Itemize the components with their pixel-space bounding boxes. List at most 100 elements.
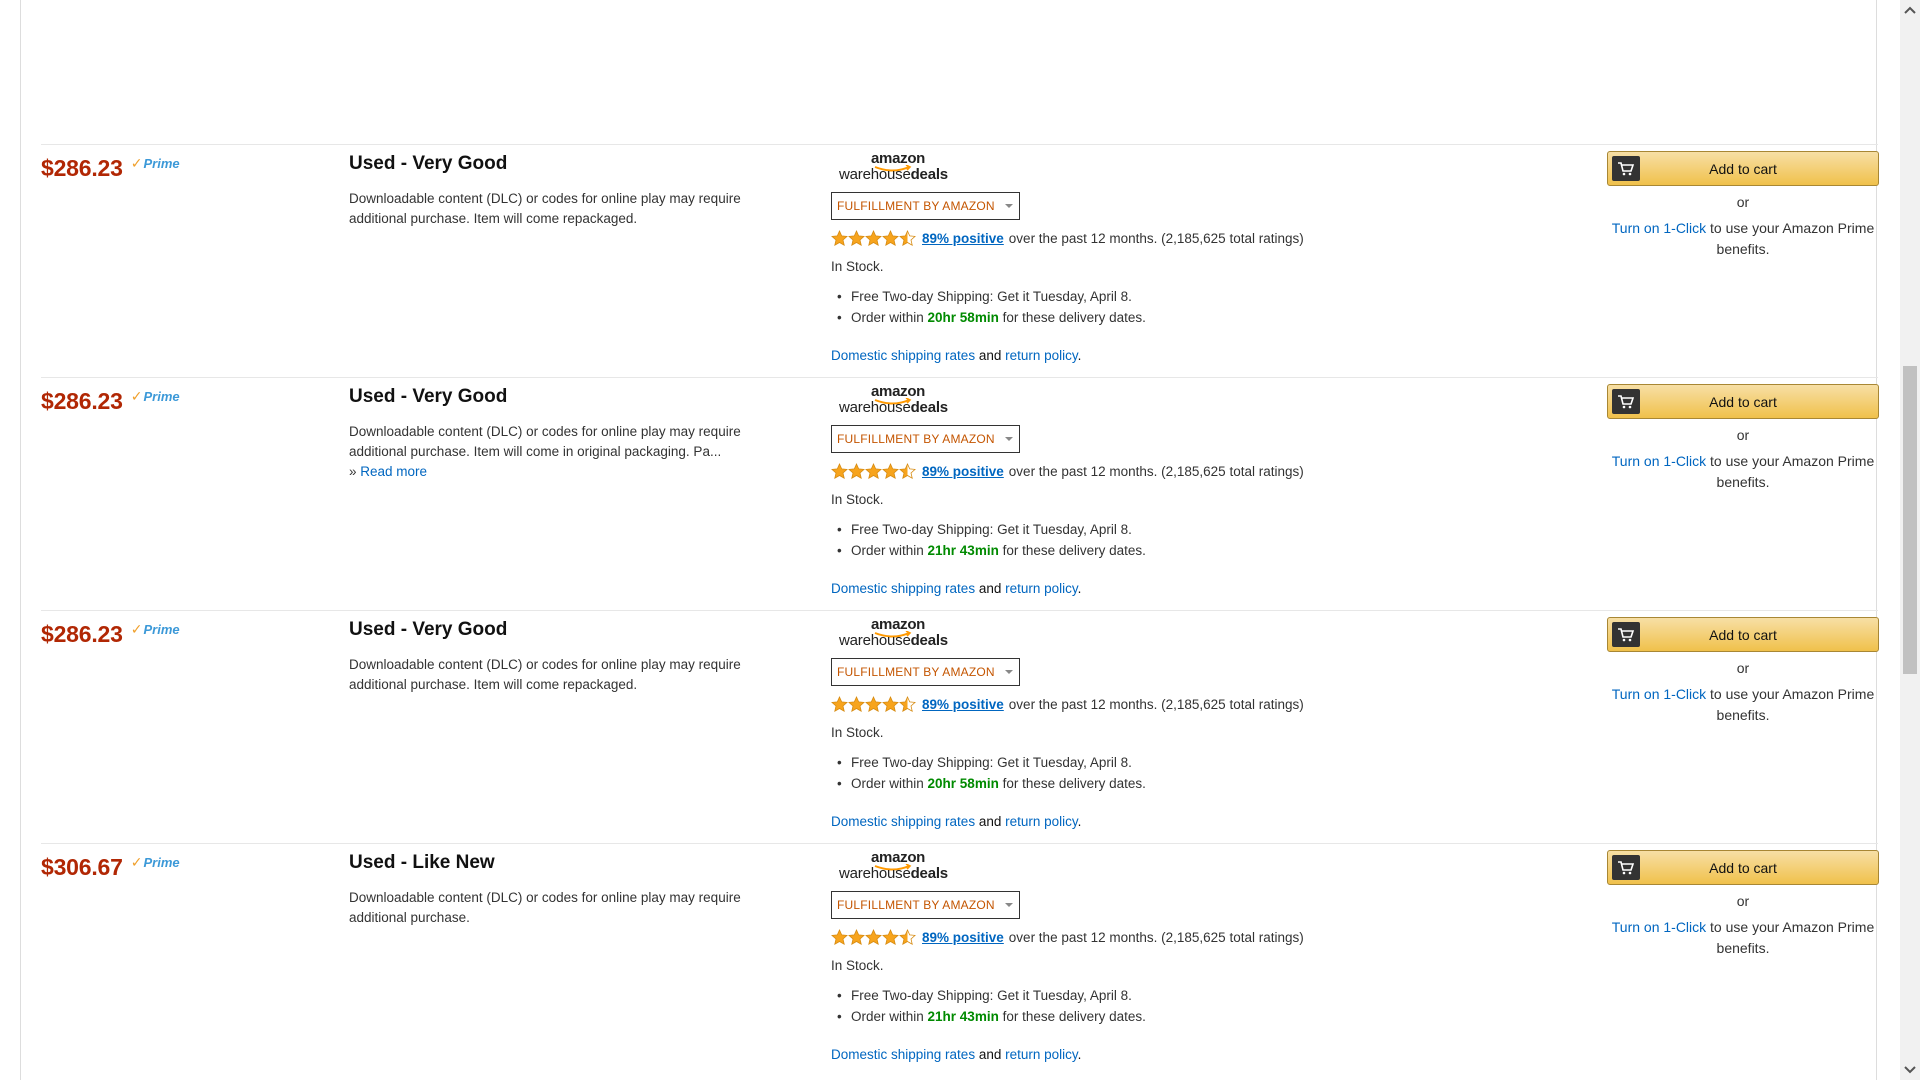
seller-column: amazon warehousedeals FULFILLMENT BY AMA… (831, 849, 1451, 1062)
rating-detail: over the past 12 months. (2,185,625 tota… (1008, 696, 1304, 712)
return-policy-link[interactable]: return policy (1005, 348, 1078, 363)
amazon-warehouse-deals-logo[interactable]: amazon warehousedeals (839, 150, 979, 190)
fulfillment-by-amazon-dropdown[interactable]: FULFILLMENT BY AMAZON (831, 658, 1020, 686)
domestic-shipping-link[interactable]: Domestic shipping rates (831, 814, 975, 829)
logo-warehousedeals-text: warehousedeals (839, 166, 948, 183)
or-text: or (1736, 893, 1750, 909)
order-suffix: for these delivery dates. (998, 543, 1146, 558)
star-icon (848, 696, 865, 712)
turn-on-one-click-link[interactable]: Turn on 1-Click (1612, 220, 1706, 236)
vertical-scrollbar[interactable] (1900, 0, 1920, 1080)
description-line: Downloadable content (DLC) or codes for … (349, 191, 741, 206)
star-icon (899, 696, 916, 712)
logo-warehousedeals-text: warehousedeals (839, 632, 948, 649)
positive-rating-link[interactable]: 89% positive (922, 464, 1004, 479)
period-text: . (1077, 814, 1082, 829)
domestic-shipping-link[interactable]: Domestic shipping rates (831, 348, 975, 363)
fulfillment-by-amazon-dropdown[interactable]: FULFILLMENT BY AMAZON (831, 192, 1020, 220)
chevron-down-icon (1004, 670, 1013, 674)
add-to-cart-button[interactable]: Add to cart (1607, 151, 1879, 186)
shipping-item: Free Two-day Shipping: Get it Tuesday, A… (831, 519, 1451, 540)
buy-column: Add to cart or Turn on 1-Click to use yo… (1607, 384, 1879, 493)
seller-rating: 89% positive over the past 12 months. (2… (831, 696, 1451, 712)
return-policy-link[interactable]: return policy (1005, 581, 1078, 596)
add-to-cart-button[interactable]: Add to cart (1607, 384, 1879, 419)
add-to-cart-label: Add to cart (1709, 859, 1777, 876)
chevron-up-icon[interactable] (1900, 0, 1920, 20)
star-icon (882, 463, 899, 479)
condition-title: Used - Like New (349, 852, 495, 873)
description-line: additional purchase. Item will come in o… (349, 444, 722, 459)
positive-rating-link[interactable]: 89% positive (922, 231, 1004, 246)
positive-rating-link[interactable]: 89% positive (922, 930, 1004, 945)
one-click-text: Turn on 1-Click to use your Amazon Prime… (1607, 218, 1879, 260)
order-countdown: 20hr 58min (927, 310, 999, 325)
and-text: and (975, 581, 1006, 596)
order-countdown: 21hr 43min (927, 543, 999, 558)
shipping-item: Free Two-day Shipping: Get it Tuesday, A… (831, 752, 1451, 773)
one-click-text: Turn on 1-Click to use your Amazon Prime… (1607, 684, 1879, 726)
turn-on-one-click-link[interactable]: Turn on 1-Click (1612, 919, 1706, 935)
order-prefix: Order within (851, 310, 928, 325)
condition-title: Used - Very Good (349, 619, 508, 640)
add-to-cart-button[interactable]: Add to cart (1607, 850, 1879, 885)
domestic-shipping-link[interactable]: Domestic shipping rates (831, 581, 975, 596)
return-policy-link[interactable]: return policy (1005, 1047, 1078, 1062)
read-more-line: » Read more (349, 462, 789, 482)
or-text: or (1736, 660, 1750, 676)
order-within-item: Order within 20hr 58min for these delive… (831, 773, 1451, 794)
return-policy-link[interactable]: return policy (1005, 814, 1078, 829)
condition-column: Used - Like New Downloadable content (DL… (349, 852, 789, 928)
fba-label: FULFILLMENT BY AMAZON (837, 199, 995, 213)
buy-column: Add to cart or Turn on 1-Click to use yo… (1607, 617, 1879, 726)
scrollbar-thumb[interactable] (1903, 366, 1917, 674)
offer-price: $286.23 (41, 155, 123, 181)
turn-on-one-click-link[interactable]: Turn on 1-Click (1612, 453, 1706, 469)
add-to-cart-button[interactable]: Add to cart (1607, 617, 1879, 652)
star-icon (899, 929, 916, 945)
fulfillment-by-amazon-dropdown[interactable]: FULFILLMENT BY AMAZON (831, 891, 1020, 919)
amazon-warehouse-deals-logo[interactable]: amazon warehousedeals (839, 849, 979, 889)
prime-check-icon: ✓ (130, 854, 143, 870)
amazon-warehouse-deals-logo[interactable]: amazon warehousedeals (839, 616, 979, 656)
buy-column: Add to cart or Turn on 1-Click to use yo… (1607, 151, 1879, 260)
logo-warehouse: warehouse (839, 632, 911, 649)
fba-label: FULFILLMENT BY AMAZON (837, 898, 995, 912)
one-click-text: Turn on 1-Click to use your Amazon Prime… (1607, 451, 1879, 493)
offers-container: ✓Prime » amazon warehousedeals FULFILLME… (20, 0, 1879, 1080)
order-countdown: 20hr 58min (927, 776, 999, 791)
stock-status: In Stock. (831, 259, 884, 274)
seller-column: amazon warehousedeals FULFILLMENT BY AMA… (831, 616, 1451, 829)
star-icon (831, 696, 848, 712)
period-text: . (1077, 1047, 1082, 1062)
price-column: $286.23 ✓ Prime (41, 621, 361, 648)
offer-listing-viewport: ✓Prime » amazon warehousedeals FULFILLME… (0, 0, 1900, 1080)
and-text: and (975, 814, 1006, 829)
star-icon (831, 929, 848, 945)
shipping-item: Free Two-day Shipping: Get it Tuesday, A… (831, 985, 1451, 1006)
domestic-shipping-link[interactable]: Domestic shipping rates (831, 1047, 975, 1062)
read-more-link[interactable]: Read more (360, 464, 427, 479)
chevron-down-icon (1004, 437, 1013, 441)
stock-status: In Stock. (831, 958, 884, 973)
condition-title: Used - Very Good (349, 153, 508, 174)
chevron-down-icon[interactable] (1900, 1060, 1920, 1080)
order-prefix: Order within (851, 543, 928, 558)
star-icon (899, 463, 916, 479)
condition-column: Used - Very Good Downloadable content (D… (349, 386, 789, 482)
turn-on-one-click-link[interactable]: Turn on 1-Click (1612, 686, 1706, 702)
logo-warehousedeals-text: warehousedeals (839, 399, 948, 416)
condition-description: Downloadable content (DLC) or codes for … (349, 655, 789, 695)
offer-price: $286.23 (41, 621, 123, 647)
amazon-warehouse-deals-logo[interactable]: amazon warehousedeals (839, 383, 979, 423)
star-icon (831, 230, 848, 246)
price-column: $286.23 ✓ Prime (41, 388, 361, 415)
fulfillment-by-amazon-dropdown[interactable]: FULFILLMENT BY AMAZON (831, 425, 1020, 453)
prime-badge: ✓ Prime (131, 155, 180, 172)
logo-deals: deals (910, 865, 949, 882)
logo-deals: deals (910, 399, 949, 416)
positive-rating-link[interactable]: 89% positive (922, 697, 1004, 712)
star-rating (831, 463, 916, 479)
star-icon (882, 929, 899, 945)
prime-label: Prime (143, 156, 180, 171)
